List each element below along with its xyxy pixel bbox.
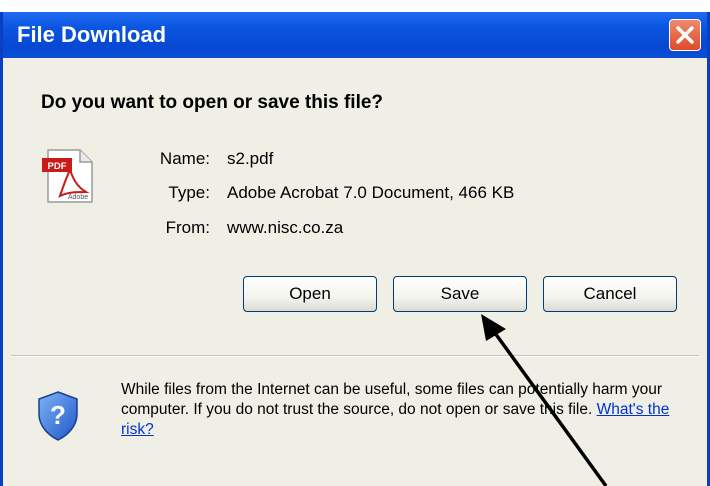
name-value: s2.pdf [227, 149, 274, 168]
save-button[interactable]: Save [393, 276, 527, 312]
from-label: From: [165, 218, 210, 237]
svg-text:Adobe: Adobe [68, 194, 88, 201]
svg-text:PDF: PDF [48, 161, 67, 172]
warning-text: While files from the Internet can be use… [121, 381, 663, 418]
close-button[interactable] [669, 19, 701, 51]
type-value: Adobe Acrobat 7.0 Document, 466 KB [227, 183, 515, 202]
svg-text:?: ? [50, 400, 66, 430]
close-icon [676, 26, 694, 44]
type-label: Type: [168, 183, 210, 202]
dialog-question: Do you want to open or save this file? [41, 92, 384, 113]
file-download-dialog: File Download Do you want to open or sav… [0, 12, 710, 486]
cancel-button[interactable]: Cancel [543, 276, 677, 312]
title-bar[interactable]: File Download [3, 12, 707, 58]
open-button[interactable]: Open [243, 276, 377, 312]
divider [11, 355, 699, 357]
warning-message: While files from the Internet can be use… [121, 380, 691, 440]
from-value: www.nisc.co.za [227, 218, 344, 237]
dialog-title: File Download [17, 22, 167, 47]
shield-question-icon: ? [36, 390, 80, 447]
name-label: Name: [159, 149, 210, 168]
pdf-file-icon: PDF Adobe [40, 148, 96, 209]
